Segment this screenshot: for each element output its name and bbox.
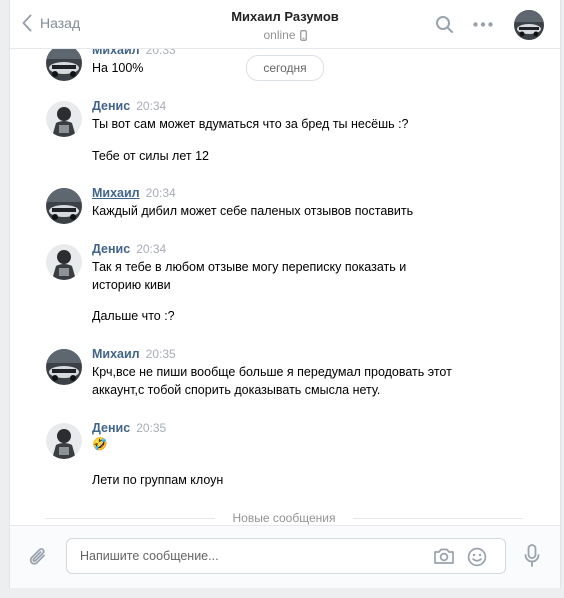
search-icon[interactable] <box>435 15 454 34</box>
message-text: Лети по группам клоун <box>92 473 224 487</box>
message-time[interactable]: 20:33 <box>146 49 176 57</box>
message-time[interactable]: 20:35 <box>146 347 176 361</box>
more-dots-icon[interactable] <box>473 22 493 27</box>
new-messages-divider: Новые сообщения <box>45 511 523 525</box>
chat-avatar[interactable] <box>514 10 544 40</box>
phone-icon <box>299 29 307 41</box>
message-time[interactable]: 20:34 <box>136 99 166 113</box>
author-name[interactable]: Денис <box>92 99 130 113</box>
message-composer: Напишите сообщение... <box>10 525 560 588</box>
avatar[interactable] <box>46 423 82 459</box>
message-text: Дальше что :? <box>92 309 175 323</box>
message-author[interactable]: Михаил 20:33 <box>92 49 176 57</box>
message-emoji: 🤣 <box>92 437 108 451</box>
author-name[interactable]: Михаил <box>92 49 140 57</box>
author-name[interactable]: Денис <box>92 421 130 435</box>
message-text: На 100% <box>92 61 144 75</box>
author-name[interactable]: Михаил <box>92 347 140 361</box>
chat-header: Назад Михаил Разумов online <box>10 0 560 49</box>
message-time[interactable]: 20:34 <box>136 242 166 256</box>
message-author[interactable]: Денис 20:34 <box>92 99 166 113</box>
message-author[interactable]: Михаил 20:35 <box>92 347 176 361</box>
message-author[interactable]: Денис 20:35 <box>92 421 166 435</box>
microphone-icon[interactable] <box>524 544 540 568</box>
message-input[interactable]: Напишите сообщение... <box>66 538 506 574</box>
smile-icon[interactable] <box>467 547 487 567</box>
message-text: историю киви <box>92 278 171 292</box>
day-separator: сегодня <box>246 55 324 81</box>
message-history[interactable]: сегодня Михаил 20:33 На 100% Денис 20:34… <box>10 49 560 525</box>
message-text: Тебе от силы лет 12 <box>92 149 209 163</box>
message-time[interactable]: 20:35 <box>136 421 166 435</box>
message-text: Ты вот сам может вдуматься что за бред т… <box>92 117 409 131</box>
avatar[interactable] <box>46 349 82 385</box>
camera-icon[interactable] <box>433 547 455 565</box>
status-text: online <box>263 28 296 42</box>
new-messages-label: Новые сообщения <box>232 511 336 525</box>
message-text: Крч,все не пиши вообще больше я передума… <box>92 365 452 379</box>
message-text: Каждый дибил может себе паленых отзывов … <box>92 204 414 218</box>
avatar[interactable] <box>46 244 82 280</box>
message-text: аккаунт,с тобой спорить доказывать смысл… <box>92 383 381 397</box>
avatar[interactable] <box>46 188 82 224</box>
message-text: Так я тебе в любом отзыве могу переписку… <box>92 260 407 274</box>
avatar[interactable] <box>46 101 82 137</box>
avatar[interactable] <box>46 49 82 81</box>
paperclip-icon[interactable] <box>28 546 48 568</box>
message-author[interactable]: Денис 20:34 <box>92 242 166 256</box>
message-author[interactable]: Михаил 20:34 <box>92 186 176 200</box>
online-status: online <box>263 28 307 42</box>
author-name[interactable]: Денис <box>92 242 130 256</box>
chat-window: Назад Михаил Разумов online сегодня Миха… <box>9 0 561 588</box>
message-input-placeholder: Напишите сообщение... <box>80 549 219 563</box>
message-time[interactable]: 20:34 <box>146 186 176 200</box>
author-name[interactable]: Михаил <box>92 186 140 200</box>
